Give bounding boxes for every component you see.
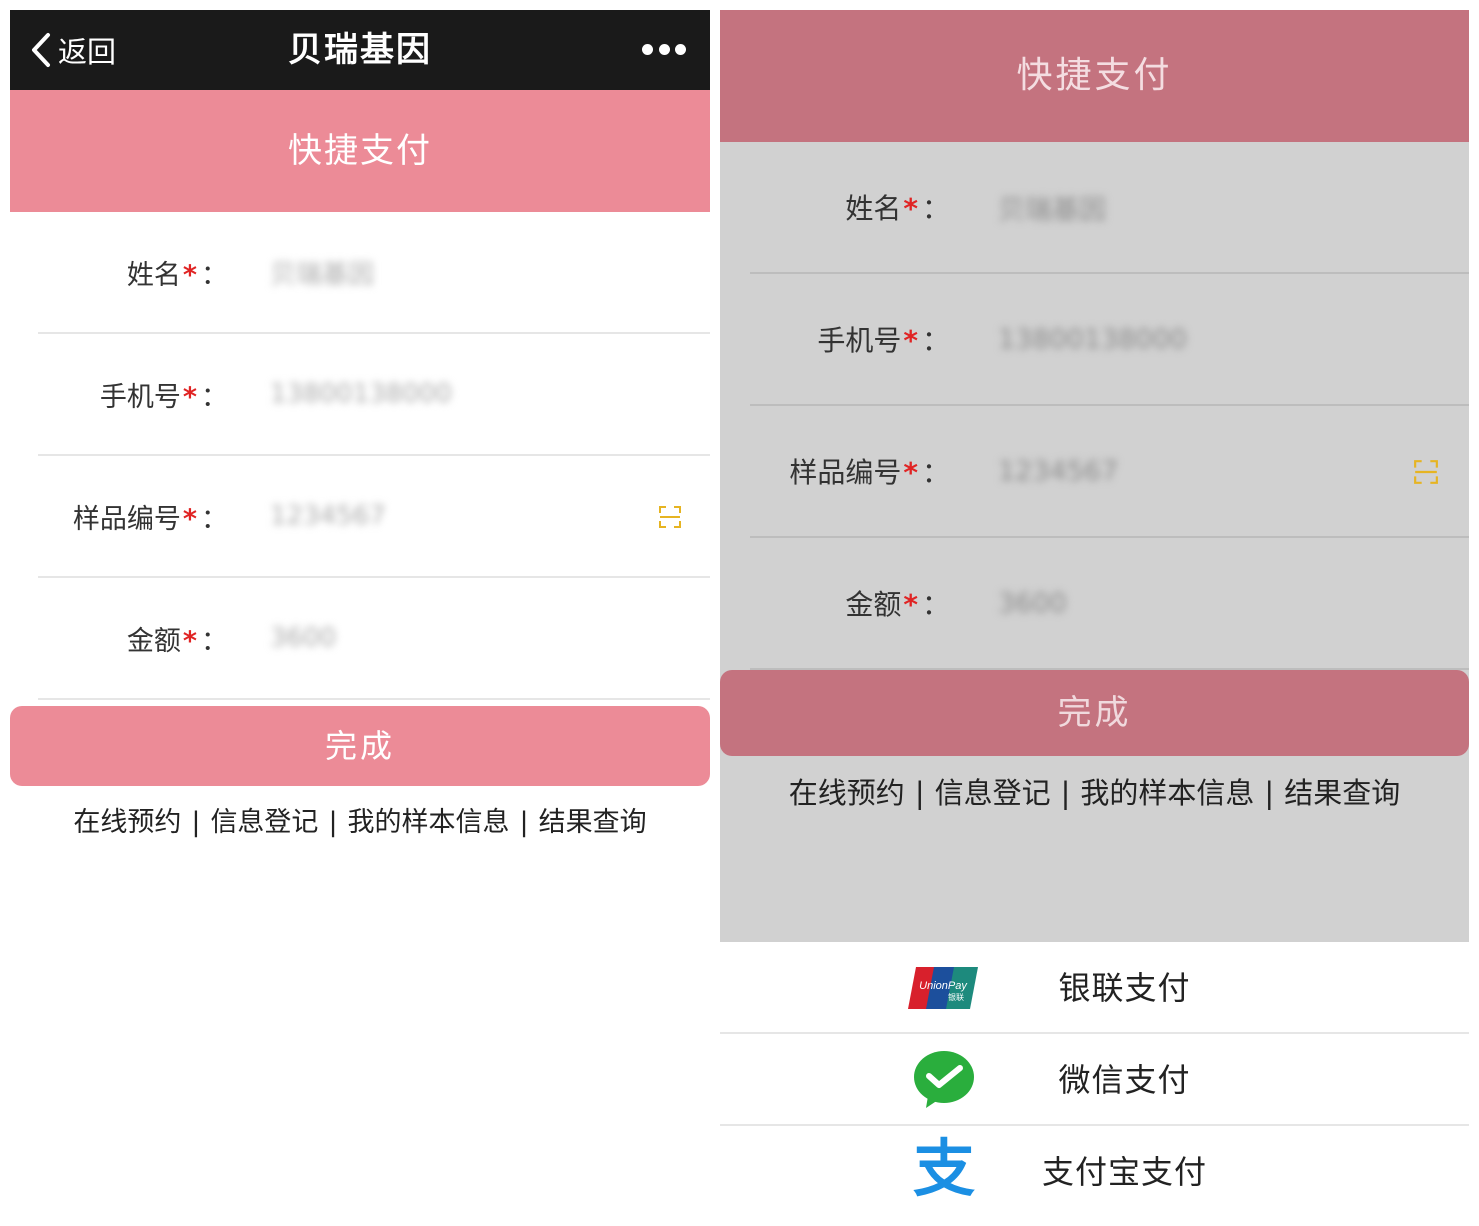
footer-links: 在线预约 | 信息登记 | 我的样本信息 | 结果查询 <box>788 776 1401 810</box>
field-label: 金额*： <box>845 588 950 621</box>
name-input[interactable]: 贝瑞基因 <box>270 254 374 291</box>
amount-field-row[interactable]: 金额*： 3600 <box>38 578 710 700</box>
required-mark: * <box>182 625 197 657</box>
field-label: 姓名*： <box>126 259 228 291</box>
footer-links: 在线预约 | 信息登记 | 我的样本信息 | 结果查询 <box>73 807 647 838</box>
nav-bar: 返回 贝瑞基因 <box>10 10 710 90</box>
submit-button: 完成 <box>720 670 1469 756</box>
pay-option-label: 支付宝支付 <box>1041 1153 1207 1191</box>
pay-option-label: 微信支付 <box>1058 1061 1191 1099</box>
page-title: 快捷支付 <box>10 90 710 212</box>
sample-id-field-row[interactable]: 样品编号*： 1234567 <box>38 456 710 578</box>
pay-option-alipay[interactable]: 支 支付宝支付 <box>720 1126 1469 1216</box>
phone-field-row[interactable]: 手机号*： 13800138000 <box>38 334 710 456</box>
scan-icon <box>1414 460 1438 484</box>
link-online-booking: 在线预约 <box>788 776 905 810</box>
amount-input[interactable]: 3600 <box>270 623 336 653</box>
phone-input[interactable]: 13800138000 <box>270 379 452 409</box>
link-my-sample-info: 我的样本信息 <box>1080 776 1255 810</box>
required-mark: * <box>903 324 918 357</box>
field-label: 手机号*： <box>817 324 950 357</box>
amount-field-row: 金额*： 3600 <box>750 538 1469 670</box>
phone-input: 13800138000 <box>998 323 1187 355</box>
name-field-row: 姓名*： 贝瑞基因 <box>750 142 1469 274</box>
phone-field-row: 手机号*： 13800138000 <box>750 274 1469 406</box>
required-mark: * <box>182 259 197 291</box>
pay-option-label: 银联支付 <box>1058 969 1191 1007</box>
pay-option-wechat[interactable]: 微信支付 <box>720 1034 1469 1126</box>
link-my-sample-info[interactable]: 我的样本信息 <box>348 807 510 838</box>
page-title: 快捷支付 <box>720 10 1469 142</box>
right-screen: 快捷支付 姓名*： 贝瑞基因 手机号*： 13800138000 样品编号*： … <box>720 10 1469 1216</box>
link-result-query[interactable]: 结果查询 <box>539 807 647 838</box>
required-mark: * <box>182 381 197 413</box>
more-dots-icon[interactable] <box>642 39 686 59</box>
name-field-row[interactable]: 姓名*： 贝瑞基因 <box>38 212 710 334</box>
link-online-booking[interactable]: 在线预约 <box>73 807 181 838</box>
link-info-registration[interactable]: 信息登记 <box>210 807 318 838</box>
payment-method-sheet: UnionPay 银联 银联支付 微信支付 支 支付宝支付 <box>720 942 1469 1216</box>
link-result-query: 结果查询 <box>1284 776 1401 810</box>
required-mark: * <box>182 503 197 535</box>
pay-option-unionpay[interactable]: UnionPay 银联 银联支付 <box>720 942 1469 1034</box>
field-label: 手机号*： <box>99 381 228 413</box>
left-screen: 返回 贝瑞基因 快捷支付 姓名*： 贝瑞基因 手机号*： 13800138000… <box>10 10 710 1216</box>
scan-icon[interactable] <box>658 505 682 529</box>
field-label: 样品编号*： <box>72 503 228 535</box>
name-input: 贝瑞基因 <box>998 194 1106 226</box>
required-mark: * <box>903 456 918 489</box>
required-mark: * <box>903 588 918 621</box>
required-mark: * <box>903 192 918 225</box>
sample-id-input: 1234567 <box>998 455 1119 487</box>
link-info-registration: 信息登记 <box>934 776 1051 810</box>
sample-id-input[interactable]: 1234567 <box>270 501 386 531</box>
field-label: 金额*： <box>126 625 228 657</box>
field-label: 姓名*： <box>845 192 950 225</box>
sample-id-field-row: 样品编号*： 1234567 <box>750 406 1469 538</box>
nav-title: 贝瑞基因 <box>288 30 432 70</box>
submit-button[interactable]: 完成 <box>10 706 710 786</box>
amount-input: 3600 <box>998 587 1067 619</box>
field-label: 样品编号*： <box>789 456 950 489</box>
